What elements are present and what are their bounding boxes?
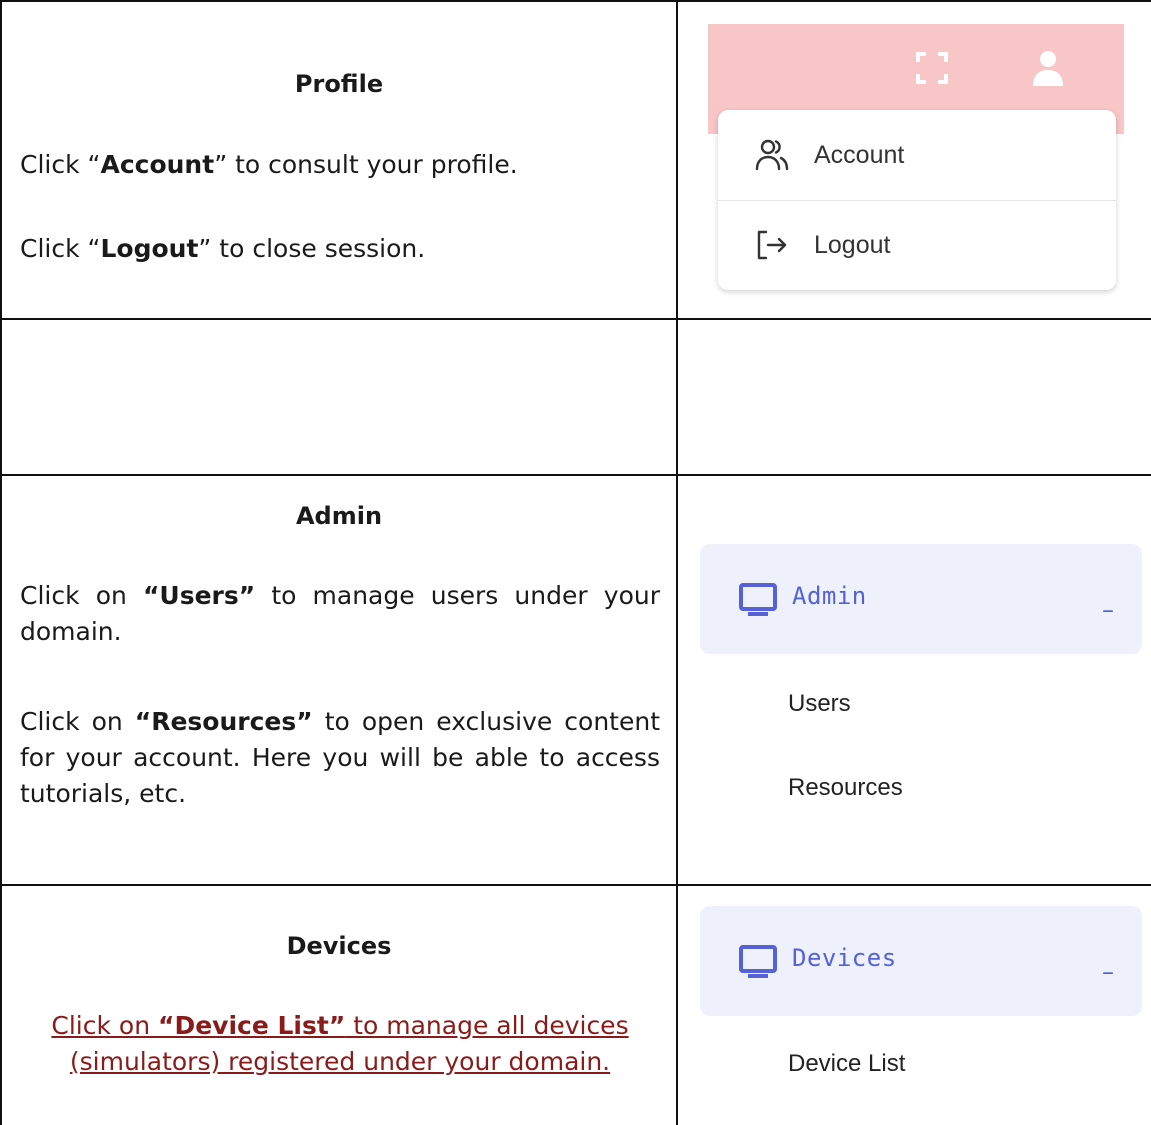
empty-screenshot-cell [676,318,1151,476]
profile-heading: Profile [294,70,384,98]
admin-row: Admin Click on “Users” to manage users u… [0,474,1151,886]
menu-item-logout-label: Logout [814,230,891,259]
empty-text-cell [0,318,678,476]
profile-logout-instruction: Click “Logout” to close session. [20,234,426,263]
admin-text-cell: Admin Click on “Users” to manage users u… [0,474,678,886]
admin-menu-title: Admin [792,582,867,610]
monitor-icon [739,583,777,616]
fullscreen-icon[interactable] [914,50,950,86]
user-icon[interactable] [1030,48,1066,88]
collapse-icon[interactable]: – [1102,958,1114,986]
menu-item-account-label: Account [814,140,905,169]
devices-row: Devices Click on “Device List” to manage… [0,884,1151,1125]
collapse-icon[interactable]: – [1102,596,1114,624]
empty-row [0,318,1151,476]
profile-screenshot: Account Logout [708,24,1124,298]
admin-menu-header[interactable]: Admin – [700,544,1142,654]
instructions-table: Profile Click “Account” to consult your … [0,0,1151,1125]
logout-icon [757,230,787,260]
admin-users-instruction: Click on “Users” to manage users under y… [20,581,660,646]
monitor-icon [739,945,777,978]
profile-dropdown-menu: Account Logout [718,110,1116,290]
menu-item-logout[interactable]: Logout [718,200,1116,290]
admin-screenshot-cell: Admin – Users Resources [676,474,1151,886]
device-list-link[interactable]: Click on “Device List” to manage all dev… [20,1008,660,1080]
menu-item-account[interactable]: Account [718,110,1116,200]
profile-row: Profile Click “Account” to consult your … [0,0,1151,320]
menu-item-users[interactable]: Users [788,690,851,718]
profile-text-cell: Profile Click “Account” to consult your … [0,0,678,320]
admin-heading: Admin [295,502,383,530]
profile-screenshot-cell: Account Logout [676,0,1151,320]
devices-screenshot-cell: Devices – Device List [676,884,1151,1125]
admin-resources-instruction: Click on “Resources” to open exclusive c… [20,707,660,808]
menu-item-resources[interactable]: Resources [788,774,903,802]
devices-menu-header[interactable]: Devices – [700,906,1142,1016]
profile-account-instruction: Click “Account” to consult your profile. [20,150,518,179]
devices-text-cell: Devices Click on “Device List” to manage… [0,884,678,1125]
users-icon [755,139,789,171]
devices-heading: Devices [286,932,392,960]
devices-menu-title: Devices [792,944,897,972]
menu-item-device-list[interactable]: Device List [788,1050,905,1078]
